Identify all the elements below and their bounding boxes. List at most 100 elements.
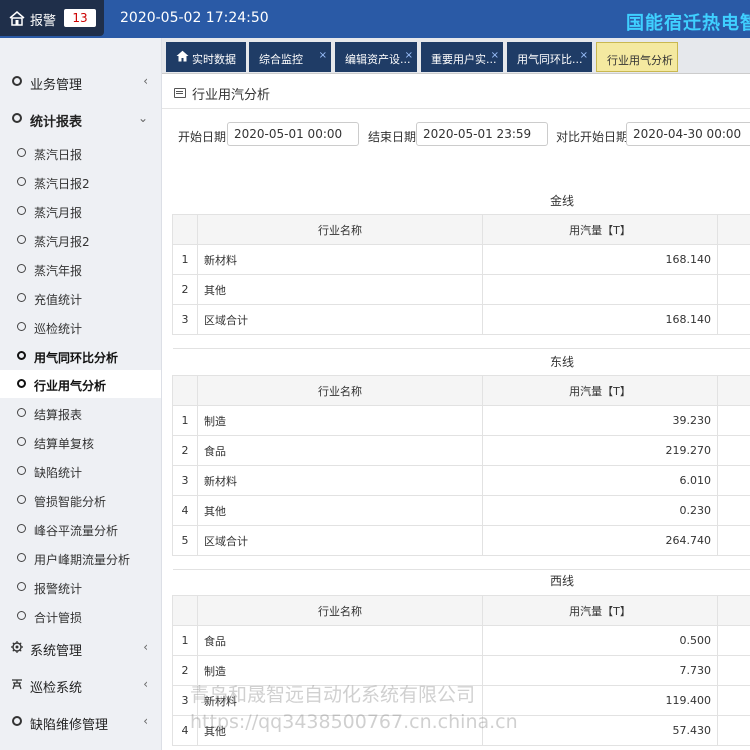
current-datetime: 2020-05-02 17:24:50 <box>120 10 269 26</box>
tab-edit-asset[interactable]: 编辑资产设... × <box>335 42 417 72</box>
col-extra <box>717 595 750 626</box>
row-usage: 6.010 <box>482 465 718 496</box>
circle-icon <box>17 437 26 446</box>
row-usage: 168.140 <box>482 304 718 335</box>
row-usage: 168.140 <box>482 244 718 275</box>
row-extra <box>717 304 750 335</box>
sidebar-group-inspection[interactable]: 巡检系统 ‹ <box>0 667 161 703</box>
sidebar-item-steam-daily-2[interactable]: 蒸汽日报2 <box>0 168 161 196</box>
row-extra <box>717 274 750 305</box>
tab-label: 行业用气分析 <box>607 54 673 67</box>
table-row: 4 其他 0.230 <box>172 495 750 526</box>
compare-start-date-input[interactable] <box>626 122 750 146</box>
sidebar-group-reports[interactable]: 统计报表 ⌄ <box>0 101 161 137</box>
tab-key-users[interactable]: 重要用户实... × <box>421 42 503 72</box>
row-extra <box>717 244 750 275</box>
table-header-row: 行业名称 用汽量【T】 <box>172 375 750 406</box>
chevron-left-icon: ‹ <box>143 74 148 88</box>
sidebar: 业务管理 ‹ 统计报表 ⌄ 蒸汽日报 蒸汽日报2 蒸汽月报 蒸汽月报2 蒸汽年报… <box>0 38 162 750</box>
sidebar-item-steam-daily[interactable]: 蒸汽日报 <box>0 139 161 167</box>
circle-icon <box>17 553 26 562</box>
circle-icon <box>17 206 26 215</box>
col-index <box>172 375 198 406</box>
sidebar-item-steam-yearly[interactable]: 蒸汽年报 <box>0 255 161 283</box>
sidebar-group-business[interactable]: 业务管理 ‹ <box>0 64 161 100</box>
table-footer-cell <box>172 334 750 349</box>
sidebar-item-defect-stats[interactable]: 缺陷统计 <box>0 457 161 485</box>
circle-icon <box>17 177 26 186</box>
home-icon <box>176 50 189 62</box>
tab-industry-analysis[interactable]: 行业用气分析 <box>596 42 678 72</box>
row-index: 4 <box>172 495 198 526</box>
row-industry: 区域合计 <box>197 525 483 556</box>
table-xixian: 行业名称 用汽量【T】 1 食品 0.500 2 制造 7.730 3 新材料 … <box>172 595 750 746</box>
sidebar-item-yoy-analysis[interactable]: 用气同环比分析 <box>0 342 161 370</box>
sidebar-item-user-peak-flow[interactable]: 用户峰期流量分析 <box>0 544 161 572</box>
start-date-input[interactable] <box>227 122 359 146</box>
row-industry: 新材料 <box>197 244 483 275</box>
end-date-label: 结束日期: <box>368 130 421 144</box>
row-extra <box>717 435 750 466</box>
col-extra <box>717 375 750 406</box>
tab-yoy-analysis[interactable]: 用气同环比... × <box>507 42 592 72</box>
row-usage: 219.270 <box>482 435 718 466</box>
table-footer <box>172 555 750 570</box>
page-title-text: 行业用汽分析 <box>192 88 271 103</box>
section-title-dongxian: 东线 <box>549 355 574 369</box>
sidebar-item-label: 报警统计 <box>34 582 83 596</box>
row-extra <box>717 625 750 656</box>
circle-icon <box>17 495 26 504</box>
sidebar-item-steam-monthly[interactable]: 蒸汽月报 <box>0 197 161 225</box>
row-index: 3 <box>172 304 198 335</box>
sidebar-item-pipe-loss-analysis[interactable]: 管损智能分析 <box>0 486 161 514</box>
row-index: 2 <box>172 435 198 466</box>
row-index: 4 <box>172 715 198 746</box>
sidebar-group-label: 业务管理 <box>30 78 83 93</box>
sidebar-item-industry-analysis[interactable]: 行业用气分析 <box>0 370 161 398</box>
tab-overview-monitor[interactable]: 综合监控 × <box>249 42 331 72</box>
sidebar-item-total-pipe-loss[interactable]: 合计管损 <box>0 602 161 630</box>
row-industry: 制造 <box>197 655 483 686</box>
row-industry: 食品 <box>197 435 483 466</box>
sidebar-item-label: 结算单复核 <box>34 437 95 451</box>
sidebar-item-steam-monthly-2[interactable]: 蒸汽月报2 <box>0 226 161 254</box>
section-title-xixian: 西线 <box>549 574 574 588</box>
sidebar-item-inspection-stats[interactable]: 巡检统计 <box>0 313 161 341</box>
alarm-indicator[interactable]: 报警 13 <box>0 0 104 36</box>
close-icon[interactable]: × <box>319 50 327 61</box>
sidebar-item-settlement-report[interactable]: 结算报表 <box>0 399 161 427</box>
circle-icon <box>17 379 26 388</box>
tab-bar: 实时数据 综合监控 × 编辑资产设... × 重要用户实... × 用气同环比.… <box>162 38 750 74</box>
row-index: 1 <box>172 625 198 656</box>
sidebar-item-label: 用户峰期流量分析 <box>34 553 131 567</box>
circle-icon <box>17 408 26 417</box>
sidebar-item-label: 峰谷平流量分析 <box>34 524 119 538</box>
col-index <box>172 595 198 626</box>
end-date-input[interactable] <box>416 122 548 146</box>
sidebar-item-settlement-review[interactable]: 结算单复核 <box>0 428 161 456</box>
circle-icon <box>12 716 22 726</box>
tab-label: 用气同环比... <box>517 53 583 66</box>
sidebar-item-alarm-stats[interactable]: 报警统计 <box>0 573 161 601</box>
table-icon <box>174 88 186 98</box>
close-icon[interactable]: × <box>405 50 413 61</box>
circle-icon <box>17 148 26 157</box>
sidebar-group-label: 缺陷维修管理 <box>30 718 109 733</box>
tab-label: 编辑资产设... <box>345 53 411 66</box>
tab-realtime-data[interactable]: 实时数据 <box>166 42 246 72</box>
sidebar-item-peak-valley-flow[interactable]: 峰谷平流量分析 <box>0 515 161 543</box>
row-extra <box>717 685 750 716</box>
tab-label: 重要用户实... <box>431 53 497 66</box>
chevron-left-icon: ‹ <box>143 677 148 691</box>
close-icon[interactable]: × <box>491 50 499 61</box>
inspection-icon <box>12 679 22 690</box>
sidebar-group-system[interactable]: 系统管理 ‹ <box>0 630 161 666</box>
row-industry: 其他 <box>197 715 483 746</box>
row-usage: 57.430 <box>482 715 718 746</box>
row-index: 1 <box>172 405 198 436</box>
row-extra <box>717 715 750 746</box>
circle-icon <box>17 351 26 360</box>
close-icon[interactable]: × <box>580 50 588 61</box>
sidebar-item-recharge-stats[interactable]: 充值统计 <box>0 284 161 312</box>
sidebar-group-defect-repair[interactable]: 缺陷维修管理 ‹ <box>0 704 161 740</box>
